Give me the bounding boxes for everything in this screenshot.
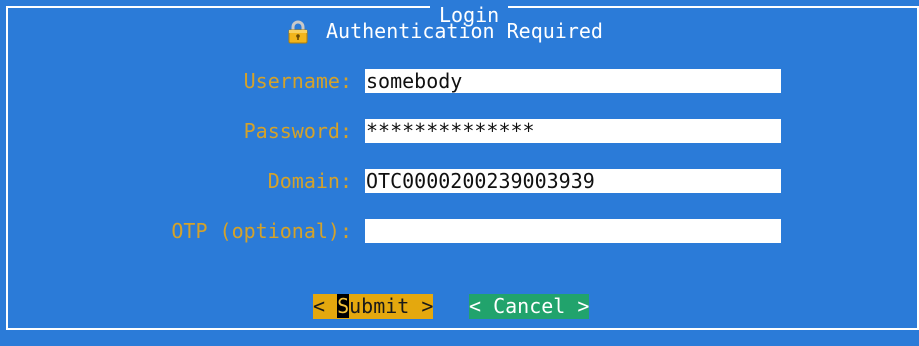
cancel-button[interactable]: < Cancel >: [469, 294, 590, 319]
password-input[interactable]: **************: [365, 119, 781, 143]
submit-hotkey: S: [337, 294, 350, 318]
submit-button[interactable]: < Submit >: [313, 294, 434, 319]
domain-input[interactable]: OTC0000200239003939: [365, 169, 781, 193]
domain-row: Domain: OTC0000200239003939: [0, 169, 919, 194]
heading-text: Authentication Required: [326, 19, 603, 43]
submit-button-prefix: <: [313, 294, 338, 318]
submit-button-rest: ubmit >: [349, 294, 434, 318]
otp-label: OTP (optional):: [171, 219, 352, 243]
otp-input[interactable]: [365, 219, 781, 243]
username-label: Username:: [243, 69, 352, 93]
login-dialog-frame: Login: [6, 3, 919, 330]
otp-row: OTP (optional):: [0, 219, 919, 244]
dialog-heading: Authentication Required: [286, 19, 603, 44]
lock-icon: [288, 20, 308, 43]
password-label: Password:: [243, 119, 352, 143]
domain-label: Domain:: [267, 169, 352, 193]
password-row: Password: **************: [0, 119, 919, 144]
username-row: Username: somebody: [0, 69, 919, 94]
username-input[interactable]: somebody: [365, 69, 781, 93]
